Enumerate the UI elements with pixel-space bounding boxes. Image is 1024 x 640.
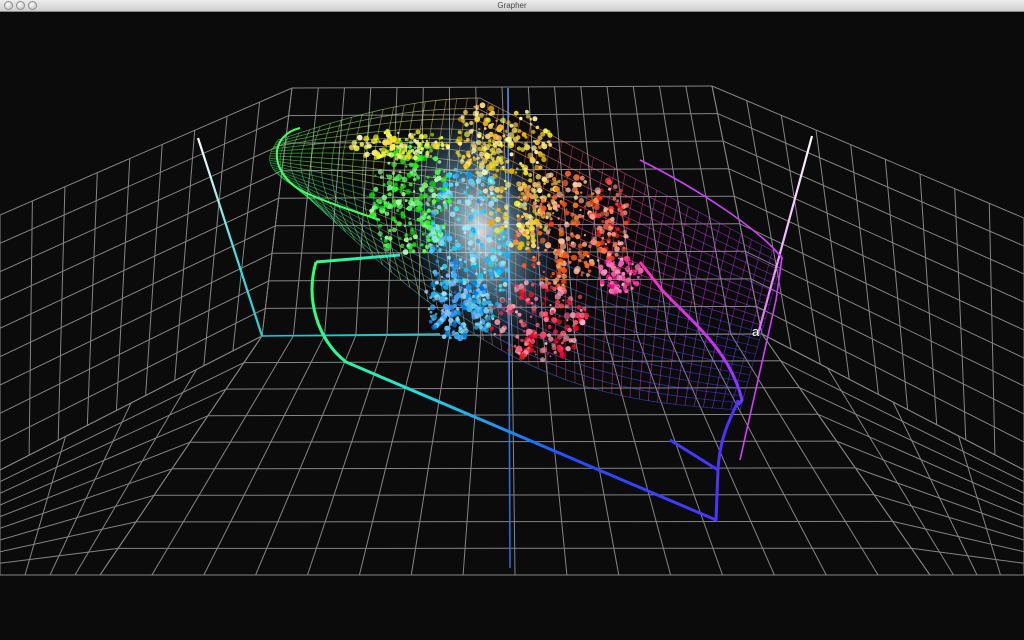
color-point-cloud bbox=[348, 102, 644, 363]
axis-label-a: a bbox=[752, 324, 760, 339]
3d-plot-canvas[interactable]: a bbox=[0, 12, 1024, 640]
floor-grid bbox=[0, 333, 1024, 576]
right-vertical-axis bbox=[756, 135, 814, 335]
window-title: Grapher bbox=[497, 1, 527, 10]
window-titlebar[interactable]: Grapher bbox=[0, 0, 1024, 12]
right-grid-wall bbox=[711, 85, 1024, 471]
